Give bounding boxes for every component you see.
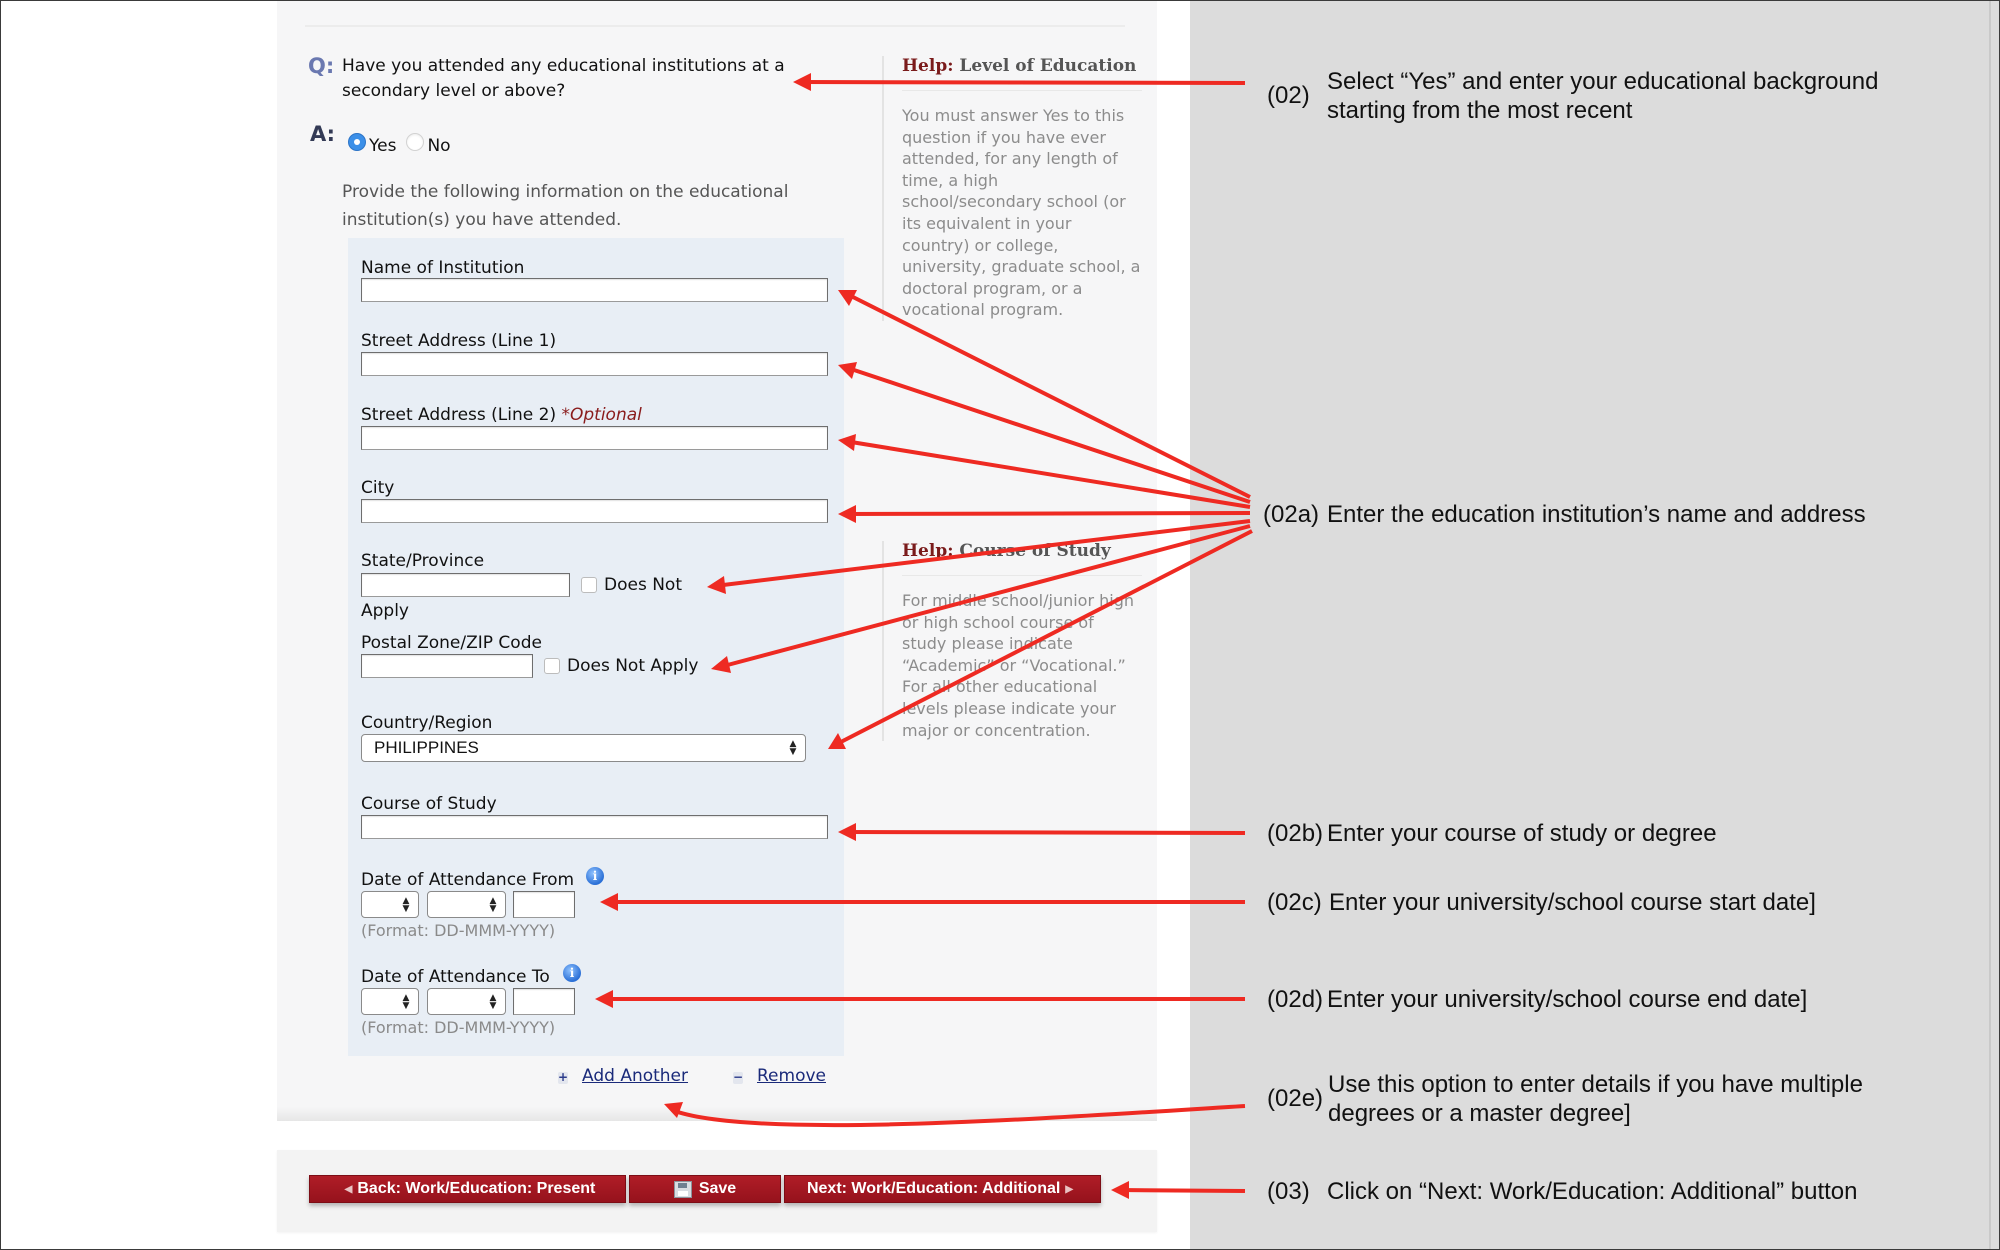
back-button-label: Back: Work/Education: Present	[357, 1180, 596, 1197]
institution-name-input[interactable]	[361, 278, 828, 302]
postal-code-input[interactable]	[361, 654, 533, 678]
annotation-text: Use this option to enter details if you …	[1328, 1071, 1863, 1098]
save-disk-icon	[673, 1180, 692, 1198]
info-icon[interactable]: i	[586, 867, 604, 885]
help-level-of-education: Help: Level of Education You must answer…	[882, 56, 1142, 321]
plus-icon: +	[558, 1070, 569, 1084]
postal-does-not-apply-label: Does Not Apply	[567, 656, 699, 676]
back-arrow-icon: ◀	[344, 1183, 353, 1195]
radio-yes[interactable]	[348, 133, 366, 151]
save-button[interactable]: Save	[629, 1175, 781, 1203]
annotation-text: starting from the most recent	[1327, 97, 1633, 124]
next-button-label: Next: Work/Education: Additional	[806, 1180, 1061, 1197]
select-arrows-icon: ▲ ▼	[402, 992, 410, 1011]
help-course-of-study: Help: Course of Study For middle school/…	[882, 541, 1142, 742]
minus-icon: −	[733, 1070, 744, 1084]
panel-edge	[1989, 1, 1991, 1249]
annotation-text: Select “Yes” and enter your educational …	[1327, 68, 1879, 95]
question-text: Have you attended any educational instit…	[342, 56, 785, 101]
country-label: Country/Region	[361, 713, 493, 733]
radio-no[interactable]	[406, 133, 425, 151]
help-title: Help: Level of Education	[902, 56, 1142, 91]
date-to-day-select[interactable]: ▲ ▼	[361, 988, 419, 1015]
annotation-id: (02a)	[1263, 501, 1320, 528]
next-arrow-icon: ▶	[1065, 1183, 1074, 1195]
help-prefix: Help:	[902, 541, 954, 561]
street-address-2-label-text: Street Address (Line 2)	[361, 405, 557, 425]
add-another-link[interactable]: Add Another	[582, 1066, 688, 1086]
annotation-id: (02)	[1267, 82, 1310, 109]
panel-shadow	[277, 1107, 1157, 1121]
select-arrows-icon: ▲ ▼	[402, 895, 410, 914]
help-body: For middle school/junior high or high sc…	[902, 591, 1134, 740]
navigation-button-bar: ◀ Back: Work/Education: Present Save Nex…	[309, 1175, 1101, 1203]
divider	[305, 25, 1125, 27]
help-title: Help: Course of Study	[902, 541, 1142, 576]
street-address-1-input[interactable]	[361, 352, 828, 376]
annotation-id: (02d)	[1267, 986, 1324, 1013]
annotation-text: degrees or a master degree]	[1328, 1100, 1631, 1127]
answer-radio-group: Yes No	[348, 132, 461, 156]
date-to-month-select[interactable]: ▲ ▼	[427, 988, 506, 1015]
remove-link[interactable]: Remove	[757, 1066, 826, 1086]
annotation-text: Enter your course of study or degree	[1327, 820, 1717, 847]
street-address-1-label: Street Address (Line 1)	[361, 331, 557, 351]
help-prefix: Help:	[902, 56, 954, 76]
instructions-text: Provide the following information on the…	[342, 182, 789, 230]
course-of-study-label: Course of Study	[361, 794, 497, 814]
state-does-not-apply-label-wrap: Apply	[361, 601, 409, 621]
annotation-id: (02e)	[1267, 1085, 1324, 1112]
street-address-2-input[interactable]	[361, 426, 828, 450]
annotation-text: Click on “Next: Work/Education: Addition…	[1327, 1178, 1858, 1205]
select-arrows-icon: ▲ ▼	[789, 739, 797, 757]
state-label: State/Province	[361, 551, 485, 571]
city-input[interactable]	[361, 499, 828, 523]
date-from-year-input[interactable]	[513, 891, 575, 918]
question-label: Q:	[308, 54, 335, 78]
date-from-format-hint: (Format: DD-MMM-YYYY)	[361, 921, 556, 940]
annotation-id: (02c)	[1267, 889, 1322, 916]
help-body: You must answer Yes to this question if …	[902, 106, 1141, 320]
date-from-day-select[interactable]: ▲ ▼	[361, 891, 419, 918]
date-from-label: Date of Attendance From	[361, 870, 575, 890]
institution-name-label: Name of Institution	[361, 258, 525, 278]
street-address-2-label: Street Address (Line 2) *Optional	[361, 405, 642, 425]
next-button[interactable]: Next: Work/Education: Additional ▶	[784, 1175, 1101, 1203]
annotation-text: Enter the education institution’s name a…	[1327, 501, 1866, 528]
select-arrows-icon: ▲ ▼	[489, 992, 497, 1011]
optional-tag: *Optional	[561, 405, 642, 425]
date-to-year-input[interactable]	[513, 988, 575, 1015]
postal-does-not-apply-checkbox[interactable]	[544, 658, 560, 674]
date-to-format-hint: (Format: DD-MMM-YYYY)	[361, 1018, 556, 1037]
info-icon[interactable]: i	[563, 964, 581, 982]
radio-yes-label[interactable]: Yes	[369, 136, 396, 156]
date-from-month-select[interactable]: ▲ ▼	[427, 891, 506, 918]
country-select[interactable]: PHILIPPINES ▲ ▼	[361, 734, 806, 762]
annotation-panel	[1190, 1, 1999, 1249]
country-select-value: PHILIPPINES	[374, 738, 479, 757]
annotation-text: Enter your university/school course star…	[1329, 889, 1816, 916]
help-title-text: Course of Study	[959, 541, 1111, 561]
save-button-label: Save	[698, 1180, 737, 1197]
annotation-id: (03)	[1267, 1178, 1310, 1205]
annotation-id: (02b)	[1267, 820, 1324, 847]
radio-no-label[interactable]: No	[427, 136, 450, 156]
course-of-study-input[interactable]	[361, 815, 828, 839]
back-button[interactable]: ◀ Back: Work/Education: Present	[309, 1175, 626, 1203]
postal-code-label: Postal Zone/ZIP Code	[361, 633, 542, 653]
select-arrows-icon: ▲ ▼	[489, 895, 497, 914]
state-does-not-apply-label: Does Not	[604, 575, 682, 595]
help-title-text: Level of Education	[959, 56, 1137, 76]
city-label: City	[361, 478, 395, 498]
state-input[interactable]	[361, 573, 570, 597]
annotation-text: Enter your university/school course end …	[1327, 986, 1808, 1013]
date-to-label: Date of Attendance To	[361, 967, 550, 987]
state-does-not-apply-checkbox[interactable]	[581, 577, 597, 593]
answer-label: A:	[310, 122, 336, 146]
